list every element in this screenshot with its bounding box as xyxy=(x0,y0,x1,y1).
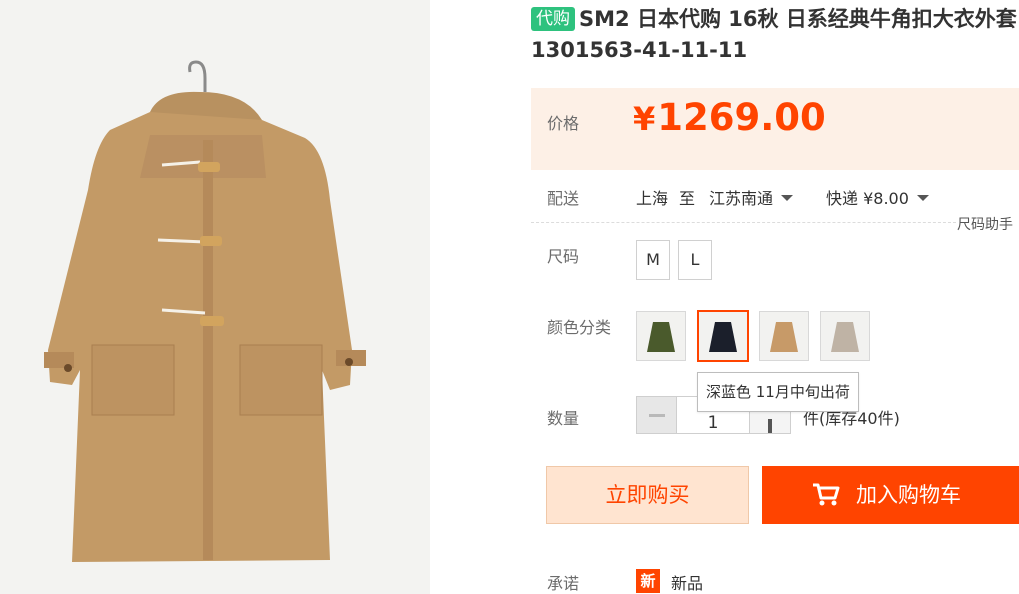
delivery-destination: 江苏南通 xyxy=(709,189,774,208)
shipping-method: 快递 ¥8.00 xyxy=(826,189,909,208)
promise-text: 新品 xyxy=(671,574,704,593)
delivery-destination-select[interactable]: 江苏南通 xyxy=(709,185,794,209)
promise-label: 承诺 xyxy=(547,574,580,593)
grey-coat-thumbnail xyxy=(821,312,869,360)
size-option-l[interactable]: L xyxy=(678,240,712,280)
chevron-down-icon xyxy=(781,195,794,201)
delivery-label: 配送 xyxy=(547,189,580,208)
currency-symbol: ¥ xyxy=(633,100,656,138)
buy-now-button[interactable]: 立即购买 xyxy=(546,466,749,524)
plus-icon xyxy=(768,419,772,433)
quantity-decrease-button[interactable] xyxy=(636,396,677,434)
color-option-navy[interactable] xyxy=(697,310,749,362)
product-title: 代购 SM2 日本代购 16秋 日系经典牛角扣大衣外套 1301563-41-11… xyxy=(531,4,1019,66)
navy-coat-thumbnail xyxy=(699,312,747,360)
quantity-label: 数量 xyxy=(547,409,580,428)
add-to-cart-button[interactable]: 加入购物车 xyxy=(762,466,1019,524)
daigou-badge: 代购 xyxy=(531,7,575,31)
size-option-m[interactable]: M xyxy=(636,240,670,280)
color-tooltip: 深蓝色 11月中旬出荷 xyxy=(697,372,859,412)
new-badge-icon: 新 xyxy=(636,569,660,593)
camel-coat-thumbnail xyxy=(760,312,808,360)
divider xyxy=(531,222,956,223)
size-label: 尺码 xyxy=(547,247,580,266)
minus-icon xyxy=(649,414,665,417)
price-value: ¥1269.00 xyxy=(633,96,826,139)
size-helper-link[interactable]: 尺码助手 xyxy=(957,214,1013,234)
olive-coat-thumbnail xyxy=(637,312,685,360)
add-to-cart-label: 加入购物车 xyxy=(856,483,961,507)
color-option-grey[interactable] xyxy=(820,311,870,361)
product-main-image xyxy=(0,0,430,594)
shipping-method-select[interactable]: 快递 ¥8.00 xyxy=(826,185,929,209)
price-amount: 1269.00 xyxy=(657,96,826,139)
product-title-text: SM2 日本代购 16秋 日系经典牛角扣大衣外套 1301563-41-11-1… xyxy=(531,7,1017,62)
color-option-olive[interactable] xyxy=(636,311,686,361)
delivery-to-word: 至 xyxy=(679,189,696,208)
price-panel: 价格 ¥1269.00 xyxy=(531,88,1019,170)
color-option-camel[interactable] xyxy=(759,311,809,361)
price-label: 价格 xyxy=(547,114,580,133)
color-label: 颜色分类 xyxy=(547,318,612,337)
delivery-origin: 上海 xyxy=(636,189,669,208)
cart-icon xyxy=(813,483,840,506)
chevron-down-icon xyxy=(916,195,929,201)
